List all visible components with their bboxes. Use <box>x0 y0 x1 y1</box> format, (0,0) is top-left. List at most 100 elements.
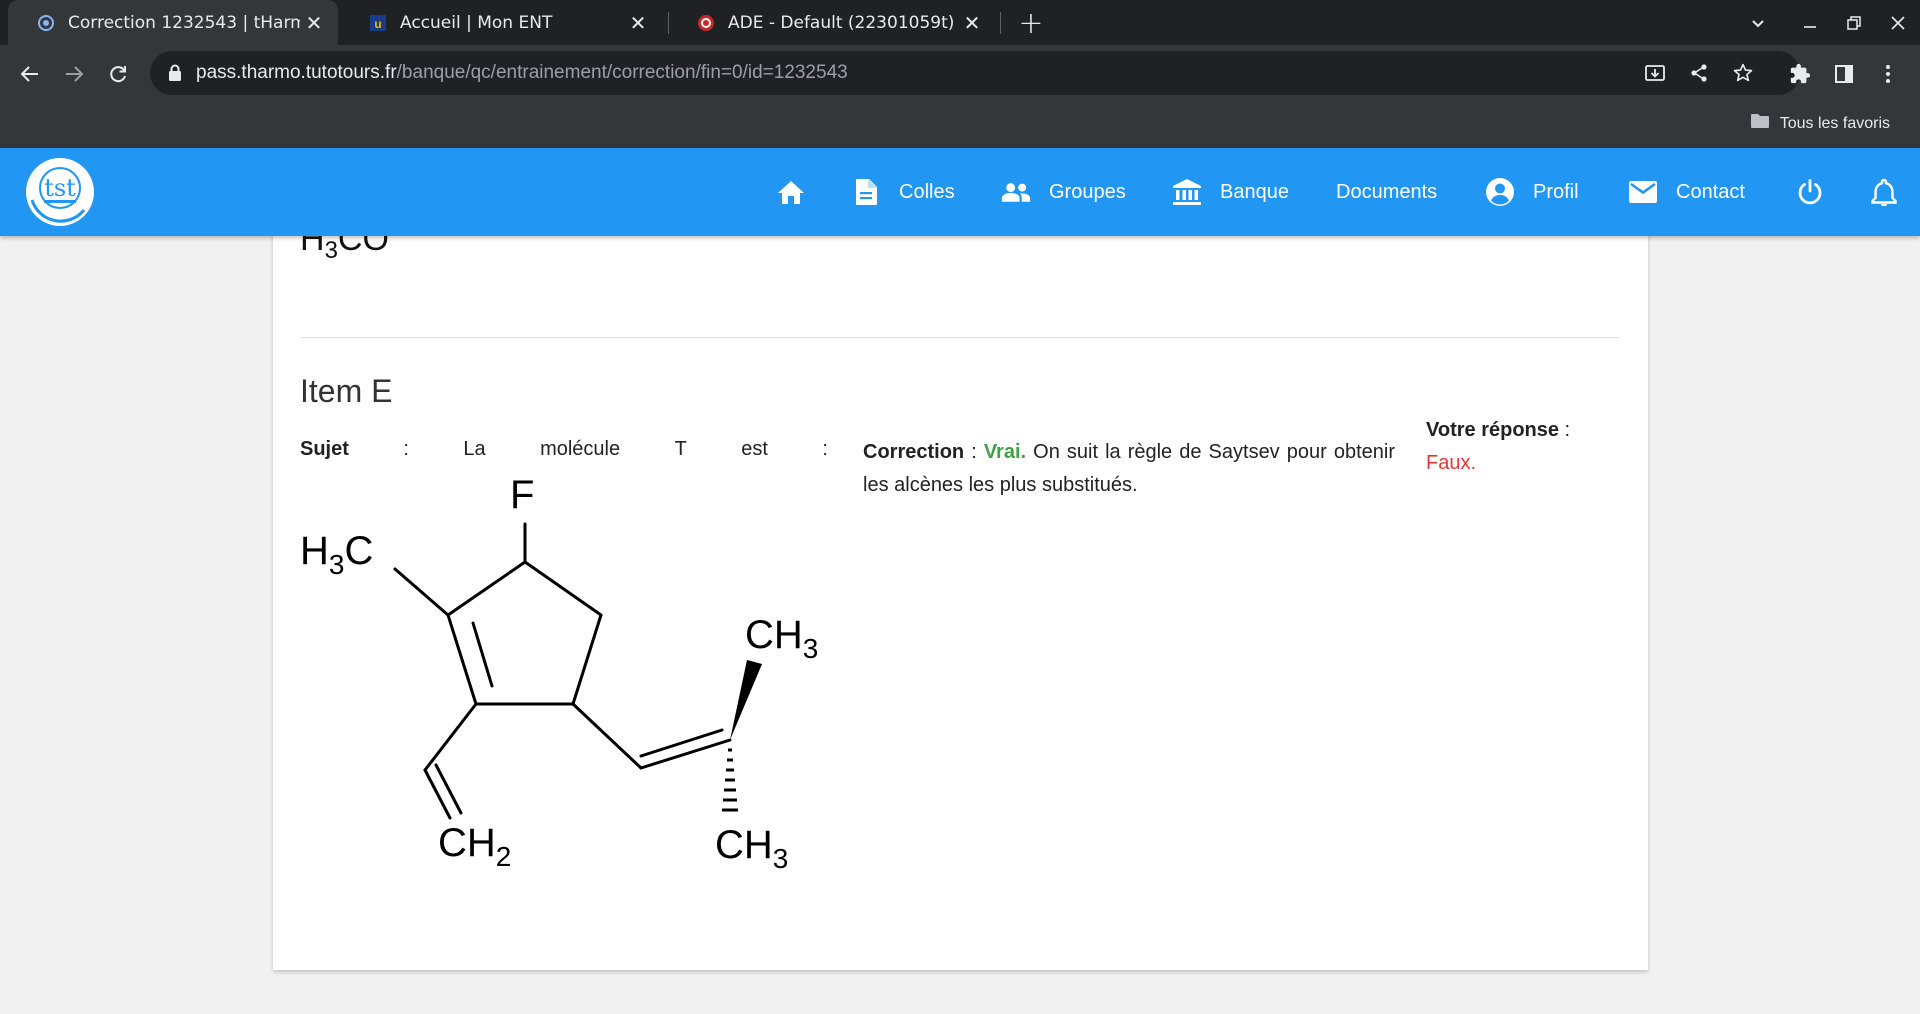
share-icon[interactable] <box>1686 60 1712 86</box>
nav-colles-label: Colles <box>899 180 955 203</box>
tab-title: Accueil | Mon ENT <box>400 12 553 33</box>
your-answer: Votre réponse : Faux. <box>1426 414 1570 480</box>
nav-contact[interactable]: Contact <box>1628 176 1745 208</box>
bond <box>571 613 603 706</box>
tab-correction[interactable]: Correction 1232543 | tHarmo ✕ <box>8 0 338 45</box>
double-bond-propenyl <box>639 738 732 770</box>
url-host: pass.tharmo.tutotours.fr <box>196 62 397 83</box>
nav-colles[interactable]: Colles <box>851 176 955 208</box>
sujet-word: La <box>463 438 486 460</box>
molecule-t-structure: F H3C CH3 CH2 CH3 <box>300 473 818 874</box>
home-icon <box>776 177 806 207</box>
close-window-icon[interactable] <box>1878 6 1918 40</box>
tab-mon-ent[interactable]: u Accueil | Mon ENT ✕ <box>340 0 662 45</box>
install-app-icon[interactable] <box>1642 60 1668 86</box>
double-bond-vinyl <box>423 768 452 820</box>
logout-button[interactable] <box>1795 176 1825 208</box>
side-panel-icon[interactable] <box>1826 56 1862 92</box>
ade-favicon-icon <box>696 13 716 33</box>
notifications-button[interactable] <box>1869 176 1899 208</box>
logo-text: tst <box>44 174 76 202</box>
nav-home[interactable] <box>776 176 806 208</box>
address-bar[interactable]: pass.tharmo.tutotours.fr/banque/qc/entra… <box>150 51 1800 95</box>
sujet-colon: : <box>403 438 409 460</box>
tab-ade[interactable]: ADE - Default (22301059t) - 6.13 ✕ <box>668 0 996 45</box>
minimize-icon[interactable] <box>1790 6 1830 40</box>
url-text[interactable]: pass.tharmo.tutotours.fr/banque/qc/entra… <box>196 62 848 84</box>
atom-label-ch3-bottom: CH3 <box>715 823 788 874</box>
bond-vinyl <box>423 702 478 772</box>
lock-icon[interactable] <box>168 64 182 86</box>
your-answer-value: Faux. <box>1426 452 1477 474</box>
tab-close-icon[interactable]: ✕ <box>624 9 652 37</box>
nav-contact-label: Contact <box>1676 180 1745 203</box>
bookmarks-bar: Tous les favoris <box>0 103 1920 148</box>
power-icon <box>1795 177 1825 207</box>
site-header: tst Colles Groupes Banque Documents Prof… <box>0 148 1920 236</box>
nav-banque-label: Banque <box>1220 180 1289 203</box>
correction-verdict: Vrai. <box>983 441 1027 463</box>
forward-icon[interactable] <box>56 56 92 92</box>
all-bookmarks-button[interactable]: Tous les favoris <box>1750 113 1890 134</box>
email-icon <box>1628 177 1658 207</box>
double-bond-vinyl-inner <box>434 763 463 815</box>
group-icon <box>1001 177 1031 207</box>
atom-label-h3c: H3C <box>300 529 373 580</box>
document-icon <box>851 177 881 207</box>
extensions-icon[interactable] <box>1782 56 1818 92</box>
all-bookmarks-label: Tous les favoris <box>1779 114 1890 132</box>
tharmo-logo[interactable]: tst <box>20 154 100 230</box>
correction-text: Correction : Vrai. On suit la règle de S… <box>863 436 1395 502</box>
bond <box>523 560 603 617</box>
browser-toolbar: pass.tharmo.tutotours.fr/banque/qc/entra… <box>0 45 1920 103</box>
more-menu-icon[interactable] <box>1870 56 1906 92</box>
atom-label-f: F <box>510 473 534 517</box>
nav-profil-label: Profil <box>1533 180 1579 203</box>
double-bond-inner <box>471 621 494 688</box>
double-bond-propenyl-inner <box>639 728 724 758</box>
svg-text:u: u <box>374 17 381 31</box>
correction-label: Correction <box>863 441 965 463</box>
your-answer-separator: : <box>1559 419 1571 441</box>
sujet-word: est <box>741 438 768 460</box>
correction-separator: : <box>964 441 984 463</box>
folder-icon <box>1750 113 1770 134</box>
reload-icon[interactable] <box>100 56 136 92</box>
sujet-text: Sujet : La molécule T est : <box>300 438 828 461</box>
nav-groupes-label: Groupes <box>1049 180 1126 203</box>
formula-fragment-sub: 3 <box>324 236 338 264</box>
tab-close-icon[interactable]: ✕ <box>958 9 986 37</box>
sujet-colon-end: : <box>822 438 828 460</box>
new-tab-button[interactable]: + <box>1014 6 1048 41</box>
item-divider <box>300 337 1620 338</box>
bond-propenyl <box>571 702 643 770</box>
ent-favicon-icon: u <box>368 13 388 33</box>
tab-separator <box>1000 12 1001 34</box>
url-path: /banque/qc/entrainement/correction/fin=0… <box>396 62 848 83</box>
nav-profil[interactable]: Profil <box>1485 176 1579 208</box>
bookmark-star-icon[interactable] <box>1730 60 1756 86</box>
nav-documents-label: Documents <box>1336 180 1438 203</box>
back-icon[interactable] <box>12 56 48 92</box>
tab-title: ADE - Default (22301059t) - 6.13 <box>728 12 958 33</box>
nav-documents[interactable]: Documents <box>1336 176 1437 208</box>
your-answer-label: Votre réponse <box>1426 419 1559 441</box>
tab-close-icon[interactable]: ✕ <box>300 9 328 37</box>
account-circle-icon <box>1485 177 1515 207</box>
tab-title: Correction 1232543 | tHarmo <box>68 12 300 33</box>
bank-icon <box>1172 177 1202 207</box>
bond <box>446 560 527 617</box>
hashed-bond <box>722 748 738 812</box>
atom-label-ch3-top: CH3 <box>745 613 818 664</box>
browser-tab-strip: Correction 1232543 | tHarmo ✕ u Accueil … <box>0 0 1920 45</box>
restore-icon[interactable] <box>1834 6 1874 40</box>
tharmo-favicon-icon <box>36 13 56 33</box>
sujet-word: molécule <box>540 438 621 460</box>
item-title: Item E <box>300 373 393 409</box>
sujet-word: T <box>674 438 687 460</box>
tab-search-icon[interactable] <box>1738 6 1778 40</box>
wedge-bond <box>730 660 762 740</box>
bell-icon <box>1869 177 1899 207</box>
nav-banque[interactable]: Banque <box>1172 176 1289 208</box>
nav-groupes[interactable]: Groupes <box>1001 176 1126 208</box>
